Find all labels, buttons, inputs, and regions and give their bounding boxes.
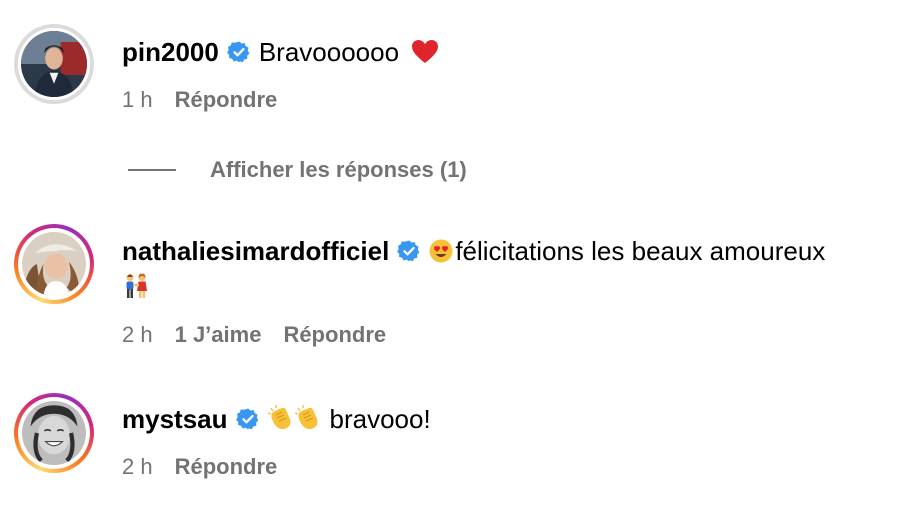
comment-timestamp[interactable]: 2 h [122,454,153,479]
comment-body: bravooo! [329,404,431,434]
comment-text-line: pin2000 Bravoooooo [122,33,439,71]
comment-username[interactable]: pin2000 [122,37,219,67]
comment-body: félicitations les beaux amoureux [455,236,826,266]
reply-button[interactable]: Répondre [175,454,278,479]
comment-username[interactable]: nathaliesimardofficiel [122,236,389,266]
heart-icon [412,40,439,64]
comment-text-line-2 [122,268,150,306]
verified-badge-icon [397,239,421,263]
comment-username[interactable]: mystsau [122,404,228,434]
avatar-photo [22,401,86,465]
reply-button[interactable]: Répondre [175,87,278,112]
avatar[interactable] [14,24,94,104]
view-replies-label: Afficher les réponses (1) [210,157,467,182]
verified-badge-icon [235,407,260,431]
comment-text-line: nathaliesimardofficiel félicitations les… [122,232,825,270]
couple-holding-hands-icon [122,273,150,299]
clapping-hands-icon [267,405,322,431]
avatar[interactable] [14,393,94,473]
like-count-button[interactable]: 1 J’aime [175,322,262,347]
verified-badge-icon [226,40,251,64]
comment-text-line: mystsau bravooo! [122,400,431,438]
reply-button[interactable]: Répondre [283,322,386,347]
comment-meta: 1 h Répondre [122,85,299,115]
comment-timestamp[interactable]: 2 h [122,322,153,347]
replies-divider [128,169,176,171]
avatar-photo [22,232,86,296]
comment-meta: 2 h 1 J’aime Répondre [122,320,408,350]
avatar[interactable] [14,224,94,304]
comment-meta: 2 h Répondre [122,452,299,482]
avatar-photo [21,31,87,97]
heart-eyes-icon [429,239,453,263]
view-replies-button[interactable]: Afficher les réponses (1) [128,154,467,186]
comment-body: Bravoooooo [258,37,400,67]
comment-timestamp[interactable]: 1 h [122,87,153,112]
